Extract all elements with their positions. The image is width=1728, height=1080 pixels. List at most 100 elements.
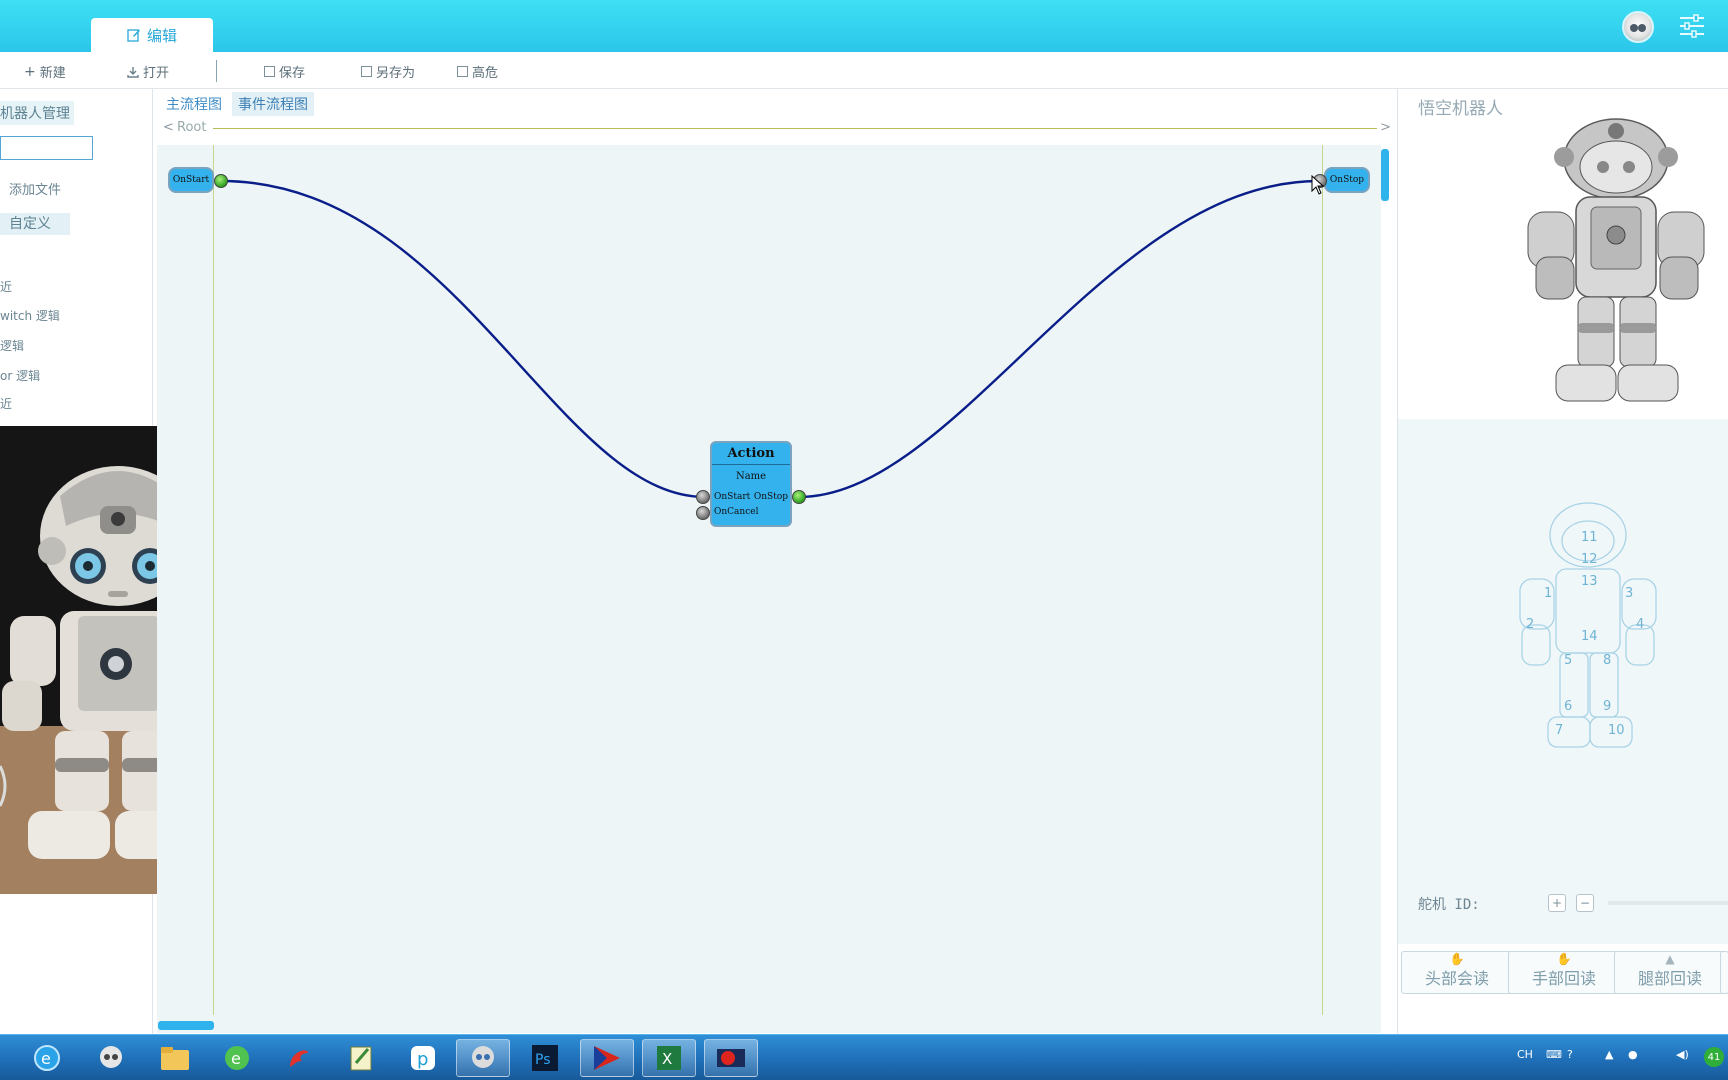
download-icon <box>127 66 139 78</box>
hand-readback-label: 手部回读 <box>1531 969 1596 988</box>
onstart-node[interactable]: OnStart <box>168 167 214 193</box>
tab-main-flow[interactable]: 主流程图 <box>160 92 228 116</box>
photoshop-icon[interactable]: Ps <box>518 1039 572 1077</box>
settings-sliders-icon[interactable] <box>1678 14 1706 38</box>
left-search-input[interactable] <box>0 136 93 160</box>
hand-icon: ✋ <box>1449 952 1465 966</box>
tab-edit-label: 编辑 <box>146 26 177 45</box>
tray-expand-icon[interactable]: ▲ <box>1605 1048 1613 1061</box>
user-avatar[interactable] <box>1622 11 1654 43</box>
left-list-item[interactable]: 逻辑 <box>0 337 24 354</box>
flow-tabs: 主流程图 事件流程图 <box>160 92 314 116</box>
onstart-output-port[interactable] <box>214 174 228 188</box>
onstop-node[interactable]: OnStop <box>1324 167 1370 193</box>
breadcrumb-root[interactable]: Root <box>177 120 206 135</box>
robot-render-image <box>1527 118 1705 402</box>
servo-number-10[interactable]: 10 <box>1608 723 1625 738</box>
save-icon <box>264 66 275 77</box>
excel-icon[interactable]: X <box>642 1039 696 1077</box>
notepad-icon[interactable] <box>334 1039 388 1077</box>
action-node-title: Action <box>712 443 790 465</box>
servo-slider[interactable] <box>1608 901 1728 905</box>
vertical-scrollbar[interactable] <box>1381 149 1389 201</box>
servo-number-14[interactable]: 14 <box>1581 629 1598 644</box>
custom-button[interactable]: 自定义 <box>0 213 70 235</box>
save-as-button[interactable]: 另存为 <box>361 62 415 81</box>
high-risk-icon <box>457 66 468 77</box>
tab-edit[interactable]: 编辑 <box>91 18 213 52</box>
plus-icon: + <box>24 63 36 80</box>
servo-number-11[interactable]: 11 <box>1581 530 1598 545</box>
leg-readback-button[interactable]: ▲ 腿部回读 <box>1614 951 1726 994</box>
servo-outline-icon <box>1519 502 1657 748</box>
save-button[interactable]: 保存 <box>264 62 305 81</box>
robot-icon[interactable] <box>84 1039 138 1077</box>
action-node[interactable]: Action Name OnStart OnStop OnCancel <box>710 441 792 527</box>
servo-number-9[interactable]: 9 <box>1603 699 1611 714</box>
onstop-node-label: OnStop <box>1329 175 1365 185</box>
flow-canvas[interactable]: OnStart OnStop <box>157 145 1381 1033</box>
open-label: 打开 <box>143 66 170 81</box>
high-risk-button[interactable]: 高危 <box>457 62 498 81</box>
robot-panel-title: 悟空机器人 <box>1418 99 1503 119</box>
servo-number-5[interactable]: 5 <box>1564 653 1572 668</box>
taskbar: e e p Ps X CH ⌨ ? ▲ ● ◀) 41 <box>0 1034 1728 1080</box>
volume-icon[interactable]: ◀) <box>1676 1048 1689 1061</box>
top-bar: 编辑 <box>0 0 1728 52</box>
folder-icon[interactable] <box>148 1039 202 1077</box>
add-file-button[interactable]: 添加文件 <box>9 179 61 198</box>
head-readback-button[interactable]: ✋ 头部会读 <box>1401 951 1513 994</box>
leg-readback-label: 腿部回读 <box>1637 969 1702 988</box>
browser-icon[interactable]: e <box>210 1039 264 1077</box>
right-panel: 悟空机器人 11 12 13 1 3 2 4 14 5 8 6 9 7 10 舵… <box>1397 89 1728 1034</box>
tray-language[interactable]: CH <box>1517 1048 1533 1061</box>
ie-icon[interactable]: e <box>20 1039 74 1077</box>
servo-minus-button[interactable]: − <box>1576 894 1594 912</box>
tray-clock-badge[interactable]: 41 <box>1704 1047 1724 1067</box>
servo-number-6[interactable]: 6 <box>1564 699 1572 714</box>
mouse-cursor-icon <box>1311 175 1325 195</box>
recorder-icon[interactable] <box>704 1039 758 1077</box>
servo-number-13[interactable]: 13 <box>1581 574 1598 589</box>
save-as-icon <box>361 66 372 77</box>
left-list-item[interactable]: or 逻辑 <box>0 367 40 384</box>
breadcrumb-back-button[interactable]: < <box>163 120 174 135</box>
keyboard-icon[interactable]: ⌨ <box>1546 1048 1562 1061</box>
action-onstart-input-port[interactable] <box>696 490 710 504</box>
player-icon[interactable] <box>580 1039 634 1077</box>
toolbar: + 新建 打开 保存 另存为 高危 <box>0 52 1728 89</box>
left-list-item[interactable]: 近 <box>0 278 12 295</box>
horizontal-scrollbar[interactable] <box>158 1021 214 1030</box>
foxit-icon[interactable] <box>272 1039 326 1077</box>
robot-app-icon[interactable] <box>456 1039 510 1077</box>
svg-text:e: e <box>41 1049 51 1068</box>
more-readback-button[interactable] <box>1720 951 1728 994</box>
breadcrumb: < Root > <box>157 119 1393 139</box>
servo-number-12[interactable]: 12 <box>1581 552 1598 567</box>
svg-text:Ps: Ps <box>535 1052 551 1068</box>
flow-wires <box>220 179 1320 499</box>
new-button[interactable]: + 新建 <box>24 62 66 82</box>
new-label: 新建 <box>39 66 66 81</box>
servo-plus-button[interactable]: + <box>1548 894 1566 912</box>
tab-event-flow[interactable]: 事件流程图 <box>232 92 314 116</box>
open-button[interactable]: 打开 <box>127 62 169 81</box>
p-icon[interactable]: p <box>396 1039 450 1077</box>
left-list-item[interactable]: witch 逻辑 <box>0 307 60 324</box>
network-icon[interactable]: ● <box>1628 1048 1638 1061</box>
hand-readback-button[interactable]: ✋ 手部回读 <box>1508 951 1620 994</box>
breadcrumb-forward-button[interactable]: > <box>1380 120 1391 135</box>
action-oncancel-input-port[interactable] <box>696 506 710 520</box>
servo-number-1[interactable]: 1 <box>1544 586 1552 601</box>
robot-management-tab[interactable]: 机器人管理 <box>0 101 74 125</box>
servo-number-7[interactable]: 7 <box>1555 723 1563 738</box>
servo-number-8[interactable]: 8 <box>1603 653 1611 668</box>
action-onstop-output-port[interactable] <box>792 490 806 504</box>
servo-number-2[interactable]: 2 <box>1526 617 1534 632</box>
left-list-item[interactable]: 近 <box>0 395 12 412</box>
servo-number-3[interactable]: 3 <box>1625 586 1633 601</box>
foot-icon: ▲ <box>1665 952 1675 966</box>
help-icon[interactable]: ? <box>1567 1048 1573 1061</box>
servo-number-4[interactable]: 4 <box>1636 617 1644 632</box>
breadcrumb-line <box>213 128 1377 129</box>
